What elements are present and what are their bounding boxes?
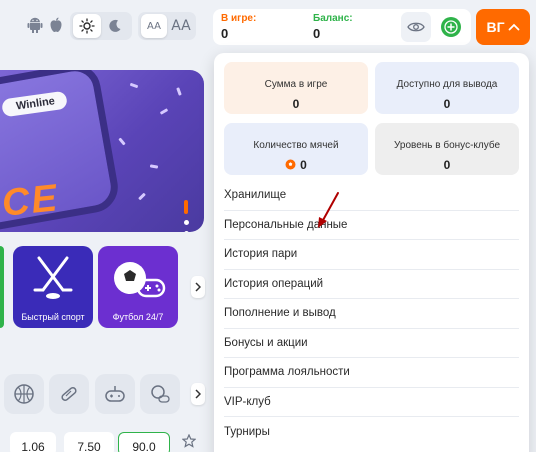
sports-next-button[interactable] bbox=[191, 383, 205, 405]
account-dropdown-panel: Сумма в игре 0 Доступно для вывода 0 Кол… bbox=[214, 53, 529, 452]
menu-item-operations-history[interactable]: История операций bbox=[224, 270, 519, 299]
card-balls-value-wrap: 0 bbox=[224, 158, 368, 172]
card-balls-count[interactable]: Количество мячей 0 bbox=[224, 123, 368, 175]
menu-item-bonuses[interactable]: Бонусы и акции bbox=[224, 329, 519, 358]
ball-icon bbox=[285, 159, 296, 170]
odds-button[interactable]: 7.50 bbox=[64, 432, 114, 452]
chevron-right-icon bbox=[195, 389, 201, 399]
menu-item-deposit-withdraw[interactable]: Пополнение и вывод bbox=[224, 299, 519, 329]
table-tennis-icon[interactable] bbox=[49, 374, 89, 414]
tile-football-label: Футбол 24/7 bbox=[112, 312, 164, 322]
basketball-icon[interactable] bbox=[4, 374, 44, 414]
card-balls-value: 0 bbox=[300, 158, 307, 172]
hockey-icon bbox=[33, 256, 73, 299]
moon-icon[interactable] bbox=[101, 14, 129, 38]
menu-item-loyalty[interactable]: Программа лояльности bbox=[224, 358, 519, 388]
banner-text: CE bbox=[0, 177, 61, 225]
menu-item-storage[interactable]: Хранилище bbox=[224, 181, 519, 211]
chevron-up-icon bbox=[508, 23, 519, 31]
card-bonus-club-level[interactable]: Уровень в бонус-клубе 0 bbox=[375, 123, 519, 175]
font-large-button[interactable]: AA bbox=[168, 14, 194, 38]
theme-toggle bbox=[70, 12, 132, 40]
virtual-football-icon[interactable] bbox=[140, 374, 180, 414]
card-withdraw-label: Доступно для вывода bbox=[396, 79, 498, 90]
avatar[interactable]: ВГ bbox=[476, 9, 530, 45]
in-game-value: 0 bbox=[221, 26, 229, 41]
star-icon[interactable] bbox=[181, 433, 197, 452]
card-level-label: Уровень в бонус-клубе bbox=[393, 140, 501, 151]
avatar-initials: ВГ bbox=[486, 19, 505, 35]
android-icon[interactable] bbox=[26, 16, 44, 34]
chevron-right-icon bbox=[195, 282, 201, 292]
card-level-value: 0 bbox=[443, 158, 451, 172]
tile-fast-sport[interactable]: Быстрый спорт bbox=[13, 246, 93, 328]
annotation-arrow-icon bbox=[318, 192, 339, 228]
balance-value: 0 bbox=[313, 26, 321, 41]
tile-fast-sport-label: Быстрый спорт bbox=[21, 312, 85, 322]
tile-football-24-7[interactable]: Футбол 24/7 bbox=[98, 246, 178, 328]
sun-icon[interactable] bbox=[73, 14, 101, 38]
ball-gamepad-icon bbox=[114, 262, 166, 298]
balance-box: В игре: 0 Баланс: 0 bbox=[213, 9, 471, 45]
card-sum-label: Сумма в игре bbox=[264, 79, 328, 90]
menu-item-vip-club[interactable]: VIP-клуб bbox=[224, 388, 519, 417]
tile-edge bbox=[0, 246, 4, 328]
font-small-button[interactable]: AA bbox=[141, 14, 167, 38]
tiles-next-button[interactable] bbox=[191, 276, 205, 298]
menu-item-bet-history[interactable]: История пари bbox=[224, 240, 519, 270]
odds-button-selected[interactable]: 90.0 bbox=[118, 432, 170, 452]
card-withdraw-value: 0 bbox=[443, 97, 451, 111]
carousel-dots[interactable] bbox=[184, 200, 190, 232]
card-sum-in-game: Сумма в игре 0 bbox=[224, 62, 368, 114]
esports-gamepad-icon[interactable] bbox=[95, 374, 135, 414]
eye-icon[interactable] bbox=[401, 12, 431, 42]
in-game-label: В игре: bbox=[221, 13, 257, 24]
card-available-withdraw: Доступно для вывода 0 bbox=[375, 62, 519, 114]
apple-icon[interactable] bbox=[47, 16, 65, 34]
card-balls-label: Количество мячей bbox=[253, 140, 339, 151]
promo-banner[interactable]: Winline CE bbox=[0, 70, 204, 232]
plus-icon[interactable] bbox=[437, 13, 465, 41]
card-sum-value: 0 bbox=[292, 97, 300, 111]
font-size-toggle: AA AA bbox=[138, 12, 196, 40]
balance-label: Баланс: bbox=[313, 13, 353, 24]
menu-item-personal-data[interactable]: Персональные данные bbox=[224, 211, 519, 240]
odds-button[interactable]: 1.06 bbox=[10, 432, 56, 452]
menu-item-tournaments[interactable]: Турниры bbox=[224, 417, 519, 447]
